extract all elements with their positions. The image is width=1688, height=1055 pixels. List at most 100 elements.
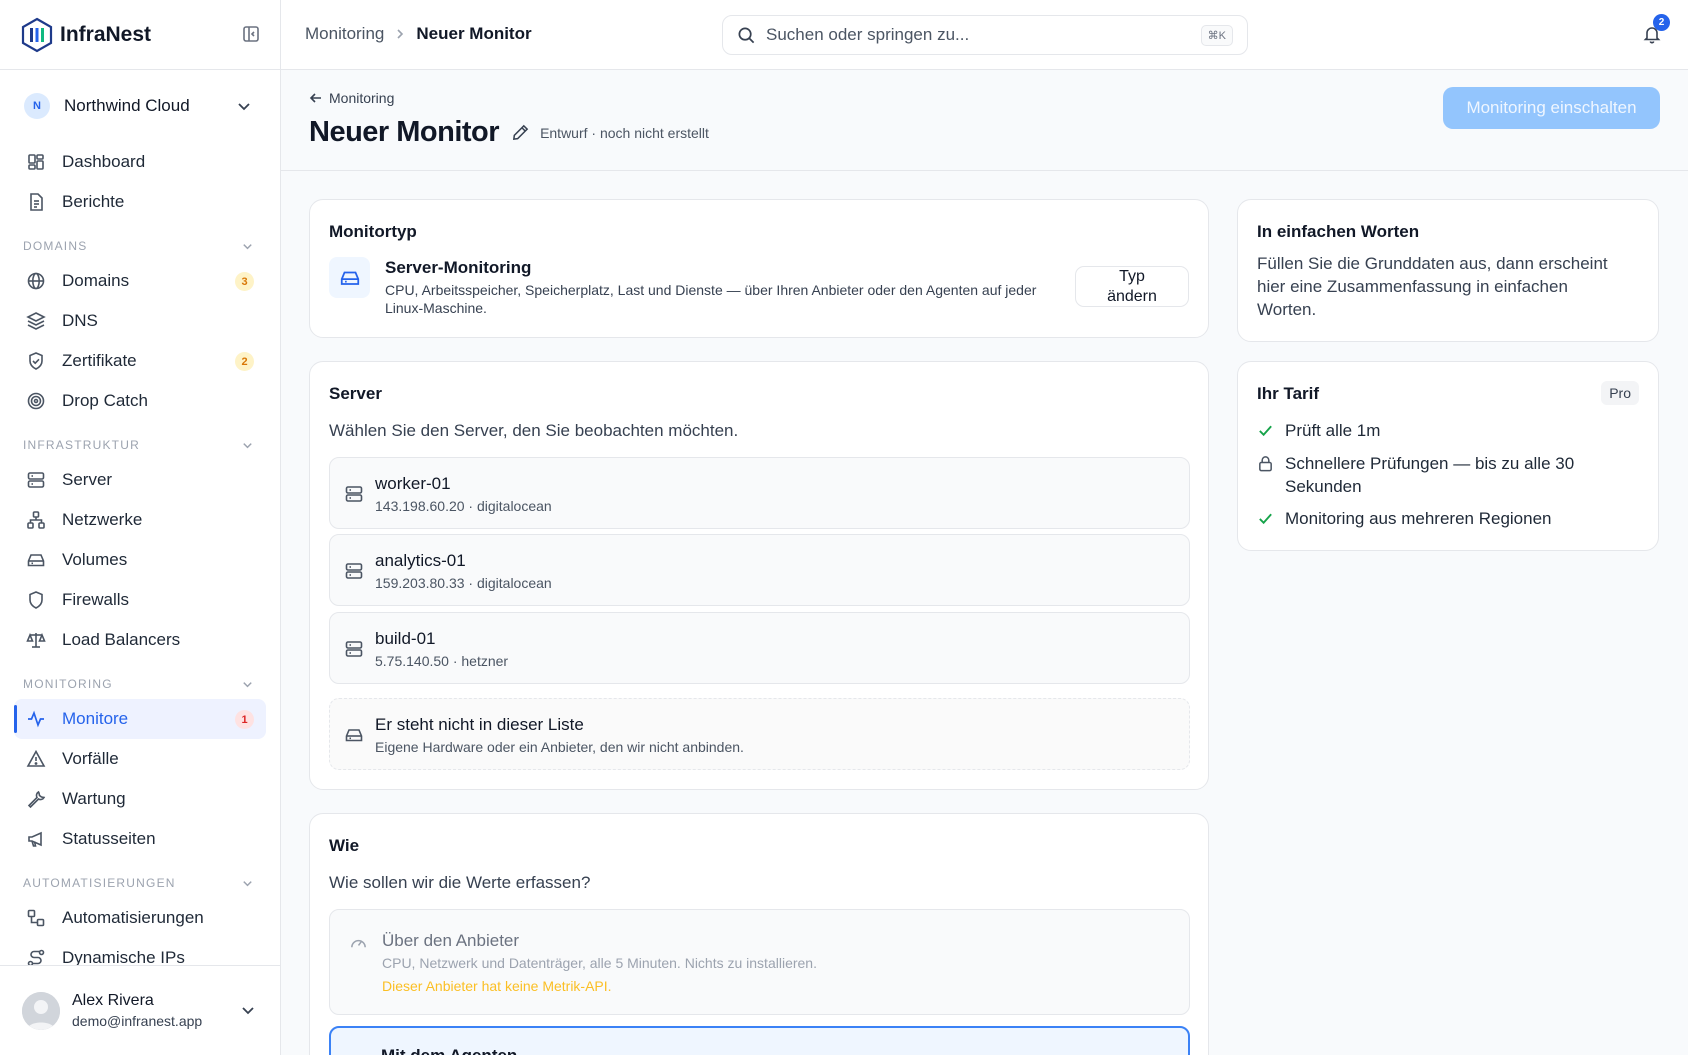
- change-type-label-line2: ändern: [1107, 287, 1157, 305]
- change-type-label: Typ ändern: [1107, 267, 1157, 307]
- brand-name: InfraNest: [60, 22, 152, 46]
- avatar: [22, 991, 60, 1030]
- user-menu[interactable]: Alex Rivera demo@infranest.app: [0, 965, 280, 1055]
- sidebar-item-drop-catch[interactable]: Drop Catch: [14, 381, 266, 421]
- org-switcher[interactable]: N Northwind Cloud: [0, 70, 280, 142]
- search-input[interactable]: Suchen oder springen zu... ⌘K: [722, 15, 1248, 55]
- server-option-analytics-01[interactable]: analytics-01 159.203.80.33 · digitalocea…: [329, 534, 1190, 606]
- chevron-down-icon: [241, 877, 254, 890]
- sidebar-item-vorfaelle[interactable]: Vorfälle: [14, 739, 266, 779]
- report-icon: [30, 193, 43, 211]
- sidebar-item-wartung[interactable]: Wartung: [14, 779, 266, 819]
- page-title: Neuer Monitor: [309, 116, 500, 148]
- sidebar-item-statusseiten[interactable]: Statusseiten: [14, 819, 266, 859]
- sidebar-item-label: Wartung: [62, 789, 126, 808]
- sidebar-item-server[interactable]: Server: [14, 460, 266, 500]
- card-title: Server: [329, 384, 382, 403]
- topbar: Monitoring Neuer Monitor Suchen oder spr…: [281, 0, 1688, 70]
- server-option-worker-01[interactable]: worker-01 143.198.60.20 · digitalocean: [329, 457, 1190, 529]
- method-option-provider[interactable]: Über den Anbieter CPU, Netzwerk und Date…: [329, 909, 1190, 1015]
- method-option-agent[interactable]: Mit dem Agenten: [329, 1026, 1190, 1055]
- user-email: demo@infranest.app: [72, 1013, 203, 1029]
- sidebar-item-netzwerke[interactable]: Netzwerke: [14, 500, 266, 540]
- workflow-icon: [27, 909, 45, 927]
- sidebar-item-label: Statusseiten: [62, 829, 156, 848]
- brand[interactable]: InfraNest: [0, 0, 280, 70]
- sidebar-item-zertifikate[interactable]: Zertifikate 2: [14, 341, 266, 381]
- sidebar-item-label: Volumes: [62, 550, 128, 569]
- plan-feature-text: Monitoring aus mehreren Regionen: [1285, 509, 1552, 528]
- change-type-button[interactable]: Typ ändern: [1075, 266, 1189, 307]
- chevron-down-icon: [240, 1002, 256, 1018]
- shield-icon: [29, 591, 43, 609]
- server-meta: 159.203.80.33 · digitalocean: [375, 575, 552, 591]
- gauge-icon: [349, 934, 368, 953]
- monitor-type-card: Monitortyp Server-Monitoring CPU, Arbeit…: [309, 199, 1209, 338]
- method-description: CPU, Netzwerk und Datenträger, alle 5 Mi…: [382, 955, 817, 971]
- card-title: Wie: [329, 836, 360, 855]
- nav-section-monitoring[interactable]: MONITORING: [14, 660, 266, 699]
- server-option-not-listed[interactable]: Er steht nicht in dieser Liste Eigene Ha…: [329, 698, 1190, 770]
- server-meta: Eigene Hardware oder ein Anbieter, den w…: [375, 739, 744, 755]
- enable-monitoring-button[interactable]: Monitoring einschalten: [1443, 87, 1660, 129]
- monitor-type-description: CPU, Arbeitsspeicher, Speicherplatz, Las…: [385, 282, 1037, 316]
- lock-icon: [1257, 455, 1275, 472]
- card-title: Ihr Tarif: [1257, 384, 1320, 403]
- nav-section-infrastruktur[interactable]: INFRASTRUKTUR: [14, 421, 266, 460]
- breadcrumb-monitoring[interactable]: Monitoring: [305, 24, 384, 44]
- sidebar-item-dns[interactable]: DNS: [14, 301, 266, 341]
- back-link-label: Monitoring: [329, 90, 395, 106]
- drive-icon: [329, 257, 370, 298]
- user-name: Alex Rivera: [72, 992, 154, 1009]
- nav-section-automatisierungen[interactable]: AUTOMATISIERUNGEN: [14, 859, 266, 898]
- globe-icon: [27, 272, 45, 290]
- org-avatar: N: [24, 93, 50, 119]
- dashboard-icon: [28, 154, 44, 170]
- sidebar-item-load-balancers[interactable]: Load Balancers: [14, 620, 266, 660]
- notifications-button[interactable]: 2: [1642, 14, 1670, 44]
- method-warning: Dieser Anbieter hat keine Metrik-API.: [382, 978, 612, 994]
- server-option-build-01[interactable]: build-01 5.75.140.50 · hetzner: [329, 612, 1190, 684]
- server-name: build-01: [375, 629, 436, 648]
- notification-count: 2: [1653, 14, 1670, 31]
- method-name: Mit dem Agenten: [381, 1046, 517, 1055]
- count-badge: 1: [235, 710, 254, 729]
- sidebar-item-label: Berichte: [62, 192, 125, 211]
- sidebar-item-firewalls[interactable]: Firewalls: [14, 580, 266, 620]
- server-icon: [27, 472, 45, 488]
- check-icon: [1257, 510, 1275, 527]
- logo-icon: [21, 17, 53, 52]
- sidebar-nav: Dashboard Berichte DOMAINS Domains 3 DNS…: [0, 142, 280, 978]
- plan-badge: Pro: [1601, 381, 1639, 405]
- card-subtitle: Wie sollen wir die Werte erfassen?: [329, 873, 591, 892]
- sidebar-item-label: Zertifikate: [62, 351, 137, 370]
- pencil-icon[interactable]: [511, 123, 530, 142]
- back-link[interactable]: Monitoring: [309, 90, 394, 106]
- user-info: Alex Rivera demo@infranest.app: [72, 992, 202, 1029]
- sidebar-item-monitore[interactable]: Monitore 1: [14, 699, 266, 739]
- wrench-icon: [27, 790, 46, 809]
- server-icon: [344, 639, 364, 659]
- chevron-down-icon: [241, 240, 254, 253]
- alert-icon: [26, 749, 46, 767]
- title-row: Neuer Monitor Entwurf · noch nicht erste…: [309, 116, 709, 149]
- sidebar-collapse-icon[interactable]: [242, 25, 260, 43]
- sidebar-item-label: Firewalls: [62, 590, 130, 609]
- plan-feature: Monitoring aus mehreren Regionen: [1257, 507, 1605, 530]
- sidebar-item-volumes[interactable]: Volumes: [14, 540, 266, 580]
- nav-section-domains[interactable]: DOMAINS: [14, 222, 266, 261]
- sidebar-item-label: Automatisierungen: [62, 908, 204, 927]
- search-icon: [738, 27, 755, 43]
- sidebar-item-berichte[interactable]: Berichte: [14, 182, 266, 222]
- sidebar-item-label: Vorfälle: [62, 749, 119, 768]
- breadcrumb: Monitoring Neuer Monitor: [305, 24, 532, 44]
- sidebar-item-domains[interactable]: Domains 3: [14, 261, 266, 301]
- plan-feature: Prüft alle 1m: [1257, 419, 1605, 442]
- search-placeholder: Suchen oder springen zu...: [766, 25, 970, 44]
- monitor-type-name: Server-Monitoring: [385, 258, 532, 277]
- sidebar-item-automatisierungen[interactable]: Automatisierungen: [14, 898, 266, 938]
- sidebar-item-label: Drop Catch: [62, 391, 148, 410]
- chevron-right-icon: [394, 28, 406, 40]
- page-header: Monitoring Neuer Monitor Entwurf · noch …: [281, 70, 1688, 171]
- sidebar-item-dashboard[interactable]: Dashboard: [14, 142, 266, 182]
